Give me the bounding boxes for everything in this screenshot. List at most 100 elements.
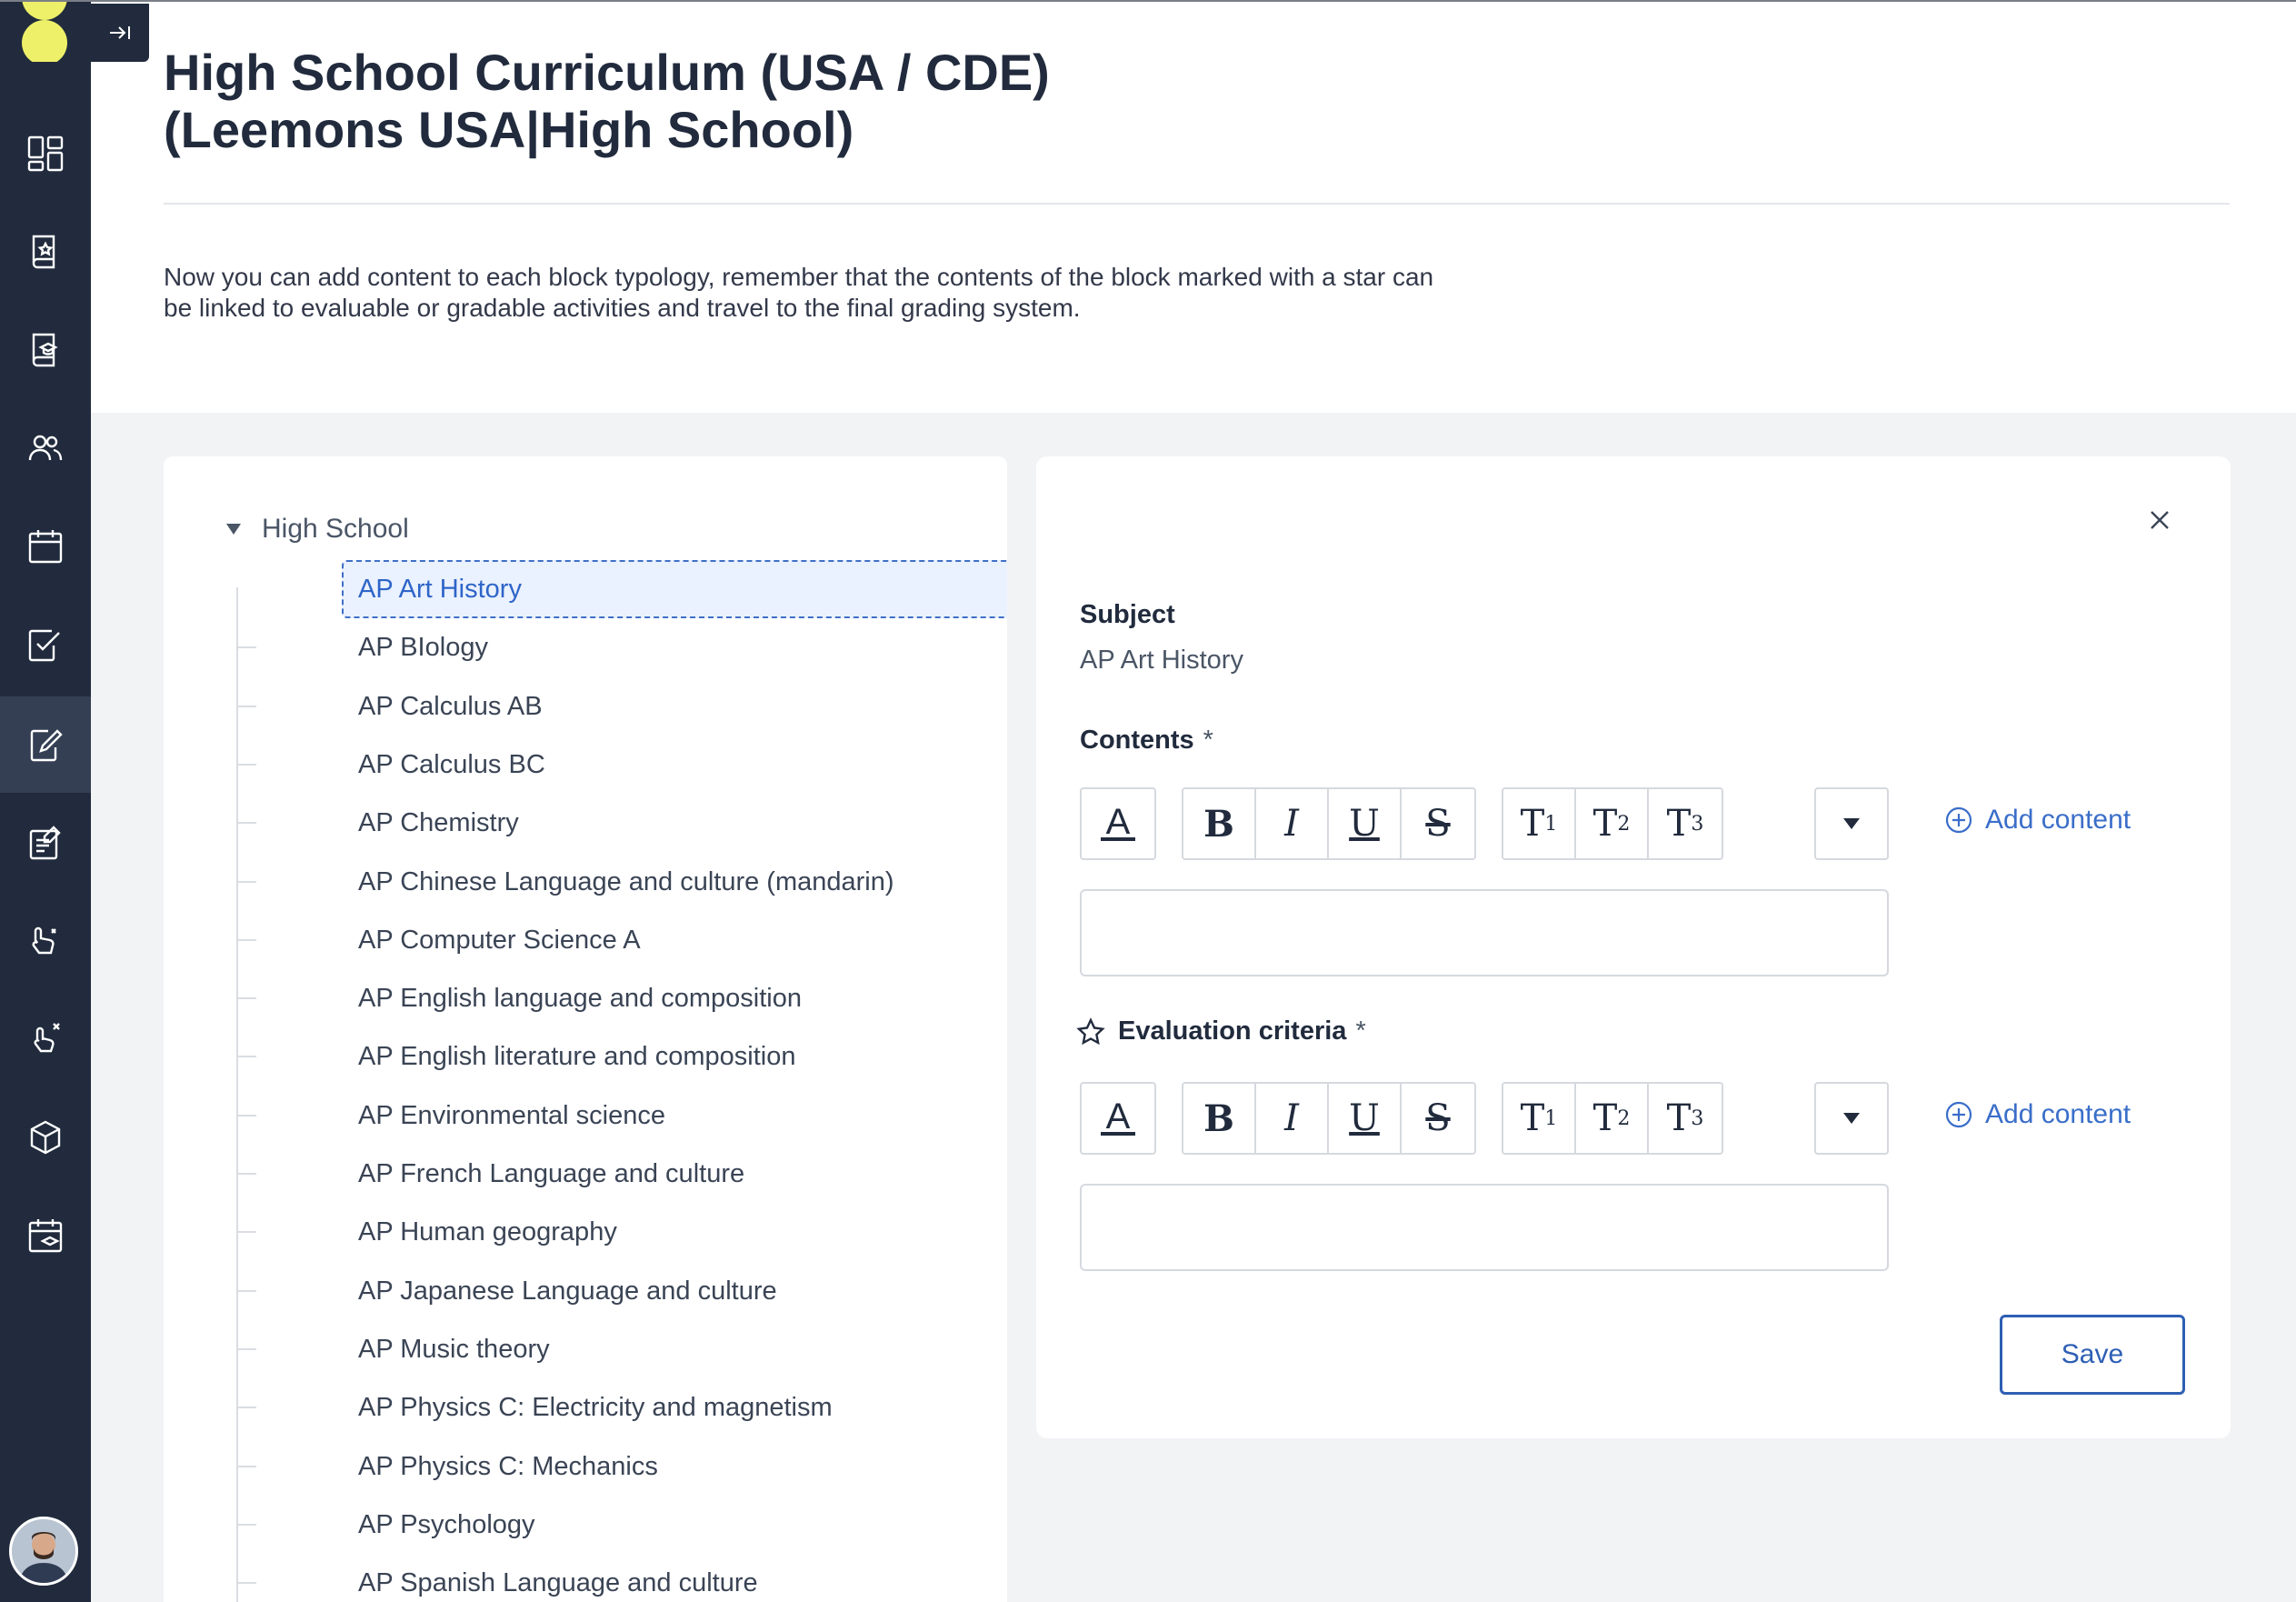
app-logo[interactable] bbox=[22, 2, 67, 62]
evaluation-criteria-label: Evaluation criteria * bbox=[1076, 1016, 1366, 1046]
italic-button[interactable]: I bbox=[1256, 1084, 1329, 1153]
tree-connector bbox=[236, 646, 256, 648]
heading-3-icon: T bbox=[1666, 803, 1692, 845]
heading-3-number: 3 bbox=[1691, 1106, 1704, 1130]
book-star-icon bbox=[32, 235, 55, 269]
heading-2-button[interactable]: T2 bbox=[1576, 789, 1649, 858]
calendar-graduation-icon bbox=[28, 1219, 63, 1253]
heading-1-button[interactable]: T1 bbox=[1503, 1084, 1576, 1153]
contents-editor[interactable] bbox=[1080, 889, 1889, 976]
required-mark: * bbox=[1203, 726, 1213, 755]
subjects-tree-panel: High School AP Art History AP BIology AP C… bbox=[164, 456, 1007, 1602]
add-content-label: Add content bbox=[1985, 1099, 2131, 1129]
tree-item[interactable]: AP Calculus BC bbox=[236, 736, 945, 794]
nav-assignments[interactable] bbox=[0, 795, 91, 891]
heading-1-icon: T bbox=[1520, 803, 1545, 845]
tree-item[interactable]: AP Art History bbox=[236, 560, 1007, 618]
tree-item[interactable]: AP Music theory bbox=[236, 1320, 945, 1378]
tree-item[interactable]: AP Chemistry bbox=[236, 794, 945, 852]
text-color-button[interactable]: A bbox=[1082, 1084, 1154, 1153]
nav-dashboard[interactable] bbox=[0, 105, 91, 202]
bold-button[interactable]: B bbox=[1183, 1084, 1256, 1153]
more-options-dropdown[interactable] bbox=[1814, 1082, 1889, 1155]
tree-connector bbox=[236, 881, 256, 883]
nav-courses[interactable] bbox=[0, 302, 91, 398]
contents-add-content-button[interactable]: Add content bbox=[1945, 802, 2131, 838]
heading-2-number: 2 bbox=[1617, 812, 1631, 836]
collapse-sidebar-button[interactable] bbox=[91, 4, 149, 62]
nav-library[interactable] bbox=[0, 204, 91, 300]
nav-tasks[interactable] bbox=[0, 596, 91, 693]
text-color-icon: A bbox=[1105, 1096, 1131, 1136]
description-line-1: Now you can add content to each block ty… bbox=[164, 263, 1434, 291]
add-content-label: Add content bbox=[1985, 805, 2131, 835]
required-mark: * bbox=[1355, 1016, 1366, 1046]
save-button[interactable]: Save bbox=[2000, 1315, 2185, 1395]
users-icon bbox=[28, 435, 63, 461]
tree-connector bbox=[236, 1290, 256, 1292]
nav-calendar[interactable] bbox=[0, 498, 91, 595]
page-description: Now you can add content to each block ty… bbox=[164, 262, 1618, 324]
tree-item-label: AP Spanish Language and culture bbox=[358, 1568, 758, 1597]
underline-button[interactable]: U bbox=[1329, 1084, 1402, 1153]
bold-icon: B bbox=[1203, 802, 1234, 846]
nav-curriculum[interactable] bbox=[0, 696, 91, 793]
caret-down-icon bbox=[1843, 818, 1860, 829]
nav-scores[interactable] bbox=[0, 991, 91, 1087]
tree-item[interactable]: AP Physics C: Electricity and magnetism bbox=[236, 1378, 945, 1437]
star-icon bbox=[1076, 1016, 1105, 1045]
italic-button[interactable]: I bbox=[1256, 789, 1329, 858]
color-group: A bbox=[1080, 787, 1156, 860]
heading-2-number: 2 bbox=[1617, 1106, 1631, 1130]
tree-item[interactable]: AP Japanese Language and culture bbox=[236, 1262, 945, 1320]
plus-circle-icon bbox=[1945, 1101, 1972, 1128]
tree-root-high-school[interactable]: High School bbox=[225, 513, 409, 546]
tree-item[interactable]: AP Environmental science bbox=[236, 1086, 945, 1145]
heading-3-icon: T bbox=[1666, 1097, 1692, 1139]
heading-3-button[interactable]: T3 bbox=[1649, 789, 1722, 858]
plus-circle-icon bbox=[1945, 806, 1972, 834]
tree-item[interactable]: AP Computer Science A bbox=[236, 911, 945, 969]
tree-item-label: AP Physics C: Electricity and magnetism bbox=[358, 1393, 833, 1422]
tree-item-label: AP Chemistry bbox=[358, 808, 519, 837]
underline-button[interactable]: U bbox=[1329, 789, 1402, 858]
heading-3-button[interactable]: T3 bbox=[1649, 1084, 1722, 1153]
tree-item[interactable]: AP English language and composition bbox=[236, 969, 945, 1027]
nav-packages[interactable] bbox=[0, 1089, 91, 1186]
evaluation-add-content-button[interactable]: Add content bbox=[1945, 1096, 2131, 1133]
tree-root-label: High School bbox=[262, 514, 409, 544]
text-color-icon: A bbox=[1105, 802, 1131, 842]
heading-2-button[interactable]: T2 bbox=[1576, 1084, 1649, 1153]
assignment-icon bbox=[29, 826, 61, 860]
tree-connector bbox=[236, 764, 256, 766]
tree-connector bbox=[236, 1348, 256, 1350]
nav-evaluation[interactable] bbox=[0, 893, 91, 989]
heading-1-button[interactable]: T1 bbox=[1503, 789, 1576, 858]
strikethrough-button[interactable]: S bbox=[1402, 789, 1474, 858]
tree-item[interactable]: AP Chinese Language and culture (mandari… bbox=[236, 853, 945, 911]
user-avatar[interactable] bbox=[9, 1517, 78, 1586]
tree-item[interactable]: AP Spanish Language and culture bbox=[236, 1554, 945, 1602]
tree-connector bbox=[236, 1466, 256, 1467]
nav-users[interactable] bbox=[0, 400, 91, 496]
dashboard-icon bbox=[27, 135, 64, 172]
text-color-button[interactable]: A bbox=[1082, 789, 1154, 858]
tree-item[interactable]: AP Calculus AB bbox=[236, 677, 945, 736]
tree-item[interactable]: AP Human geography bbox=[236, 1203, 945, 1261]
strikethrough-button[interactable]: S bbox=[1402, 1084, 1474, 1153]
bold-button[interactable]: B bbox=[1183, 789, 1256, 858]
tree-item-label: AP Calculus AB bbox=[358, 692, 543, 721]
close-button[interactable] bbox=[2140, 500, 2180, 540]
tree-item[interactable]: AP Physics C: Mechanics bbox=[236, 1437, 945, 1496]
nav-academic-calendar[interactable] bbox=[0, 1187, 91, 1284]
tree-item[interactable]: AP BIology bbox=[236, 618, 945, 676]
evaluation-editor[interactable] bbox=[1080, 1184, 1889, 1271]
tree-item[interactable]: AP English literature and composition bbox=[236, 1027, 945, 1086]
format-group: B I U S bbox=[1182, 1082, 1476, 1155]
underline-icon: U bbox=[1349, 803, 1380, 845]
checklist-icon bbox=[28, 629, 60, 662]
more-options-dropdown[interactable] bbox=[1814, 787, 1889, 860]
tree-item[interactable]: AP French Language and culture bbox=[236, 1145, 945, 1203]
tree-item[interactable]: AP Psychology bbox=[236, 1496, 945, 1554]
description-line-2: be linked to evaluable or gradable activ… bbox=[164, 294, 1081, 322]
